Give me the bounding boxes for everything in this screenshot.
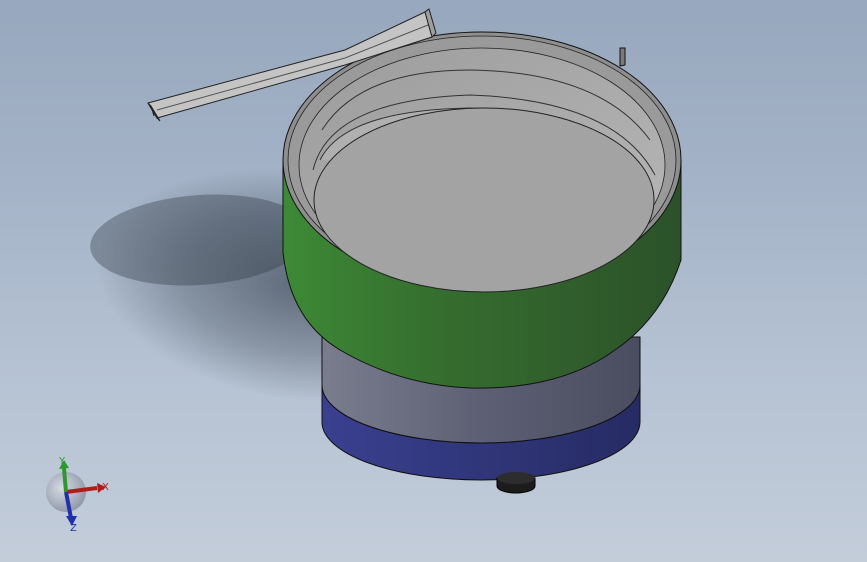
reference-triad: X Y Z [44,452,120,534]
y-axis-label: Y [58,456,66,467]
rim-notch [619,47,626,67]
x-axis-label: X [102,482,109,493]
model-view[interactable] [0,0,867,562]
bowl-floor [313,107,655,293]
mounting-foot[interactable] [496,472,536,494]
y-axis-arrow [62,467,68,493]
z-axis-label: Z [70,523,77,532]
graphics-viewport[interactable] [0,0,867,562]
